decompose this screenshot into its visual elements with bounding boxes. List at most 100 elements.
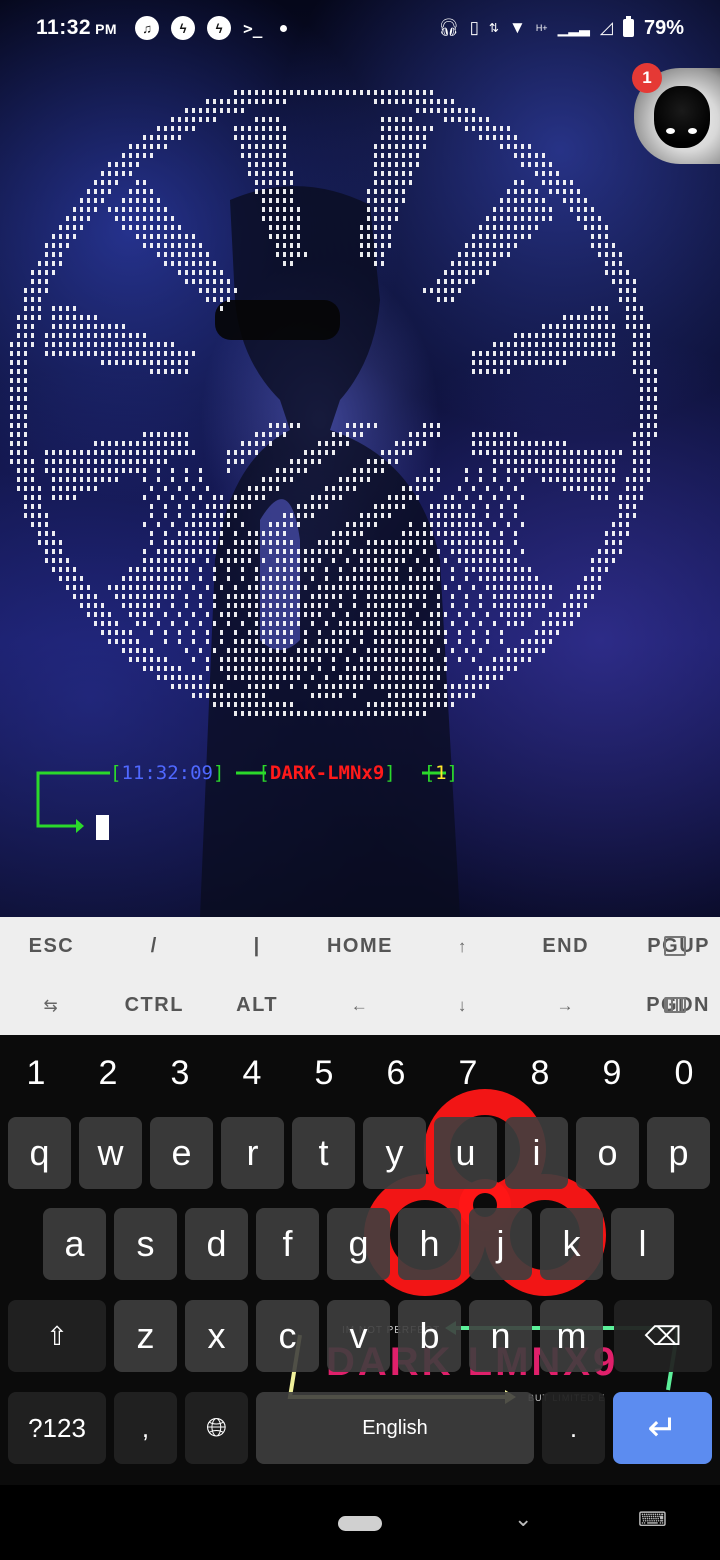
- key-r[interactable]: r: [221, 1117, 284, 1189]
- key-w[interactable]: w: [79, 1117, 142, 1189]
- enter-icon: ↵: [647, 1407, 678, 1448]
- prompt-bracket: [: [423, 762, 436, 784]
- key-x[interactable]: x: [185, 1300, 248, 1372]
- key-h[interactable]: h: [398, 1208, 461, 1280]
- key-o[interactable]: o: [576, 1117, 639, 1189]
- key-t[interactable]: t: [292, 1117, 355, 1189]
- shift-key[interactable]: ⇧: [8, 1300, 106, 1372]
- extra-keys-bar: ESC / | HOME ↑ END PGUP ⇆ CTRL ALT ← ↓ →…: [0, 917, 720, 1035]
- end-key[interactable]: END: [514, 917, 617, 976]
- key-d[interactable]: d: [185, 1208, 248, 1280]
- space-bar[interactable]: English: [256, 1392, 534, 1464]
- key-f[interactable]: f: [256, 1208, 319, 1280]
- battery-icon: [622, 16, 634, 37]
- number-key-8[interactable]: 8: [504, 1049, 576, 1097]
- alt-key[interactable]: ALT: [206, 976, 309, 1035]
- key-u[interactable]: u: [434, 1117, 497, 1189]
- avatar-icon: [654, 86, 710, 148]
- key-a[interactable]: a: [43, 1208, 106, 1280]
- period-key[interactable]: .: [542, 1392, 605, 1464]
- prompt-username: DARK-LMNx9: [269, 762, 385, 784]
- prompt-count: 1: [435, 762, 447, 784]
- backspace-icon: ⌫: [644, 1320, 682, 1351]
- key-m[interactable]: m: [540, 1300, 603, 1372]
- keyboard-icon[interactable]: [664, 997, 686, 1013]
- right-arrow-key[interactable]: →: [514, 976, 617, 1035]
- network-type: H+: [535, 23, 548, 33]
- status-time: 11:32 PM: [36, 16, 118, 39]
- music-icon: ♫: [135, 16, 160, 40]
- number-key-0[interactable]: 0: [648, 1049, 720, 1097]
- prompt-bracket: ]: [446, 762, 459, 784]
- number-key-4[interactable]: 4: [216, 1049, 288, 1097]
- text-cursor: [96, 815, 109, 840]
- shift-icon: ⇧: [46, 1320, 68, 1351]
- down-arrow-key[interactable]: ↓: [411, 976, 514, 1035]
- esc-key[interactable]: ESC: [0, 917, 103, 976]
- data-arrows-icon: ⇅: [488, 21, 499, 35]
- terminal-icon: >_: [243, 18, 263, 38]
- battery-percent: 79%: [643, 16, 684, 39]
- language-key[interactable]: 🌐︎: [185, 1392, 248, 1464]
- number-key-3[interactable]: 3: [144, 1049, 216, 1097]
- messenger-icon: ϟ: [207, 16, 232, 40]
- left-arrow-key[interactable]: ←: [309, 976, 412, 1035]
- signal-empty-icon: ◿: [599, 18, 613, 37]
- symbols-key[interactable]: ?123: [8, 1392, 106, 1464]
- key-v[interactable]: v: [327, 1300, 390, 1372]
- key-s[interactable]: s: [114, 1208, 177, 1280]
- up-arrow-key[interactable]: ↑: [411, 917, 514, 976]
- number-row: 1234567890: [0, 1049, 720, 1097]
- prompt-time: 11:32:09: [121, 762, 213, 784]
- home-handle[interactable]: [338, 1516, 382, 1531]
- copy-icon[interactable]: [664, 936, 686, 956]
- key-i[interactable]: i: [505, 1117, 568, 1189]
- signal-icon: ▁▂▃: [557, 19, 590, 36]
- key-c[interactable]: c: [256, 1300, 319, 1372]
- key-e[interactable]: e: [150, 1117, 213, 1189]
- keyboard-switcher-icon[interactable]: ⌨: [638, 1507, 667, 1532]
- key-p[interactable]: p: [647, 1117, 710, 1189]
- wifi-icon: ▼: [508, 18, 526, 37]
- key-j[interactable]: j: [469, 1208, 532, 1280]
- number-key-9[interactable]: 9: [576, 1049, 648, 1097]
- prompt-bracket: ]: [212, 762, 225, 784]
- soft-keyboard: IM NOT PERFECT DARK LMNX9 BUT LIMITED E …: [0, 1035, 720, 1485]
- number-key-7[interactable]: 7: [432, 1049, 504, 1097]
- tab-icon: ⇆: [43, 995, 60, 1015]
- ascii-art-logo: [10, 90, 657, 716]
- notification-badge: 1: [632, 63, 662, 93]
- status-bar: 11:32 PM ♫ ϟ ϟ >_ 🎧︎ ▯ ⇅ ▼ H+ ▁▂▃ ◿ 79%: [0, 0, 720, 56]
- number-key-5[interactable]: 5: [288, 1049, 360, 1097]
- globe-icon: 🌐︎: [206, 1412, 227, 1442]
- headphones-icon: 🎧︎: [437, 18, 460, 37]
- key-k[interactable]: k: [540, 1208, 603, 1280]
- hide-keyboard-icon[interactable]: ⌄: [514, 1506, 532, 1532]
- pipe-key[interactable]: |: [206, 917, 309, 976]
- key-g[interactable]: g: [327, 1208, 390, 1280]
- vibrate-icon: ▯: [469, 18, 479, 37]
- key-l[interactable]: l: [611, 1208, 674, 1280]
- home-key[interactable]: HOME: [309, 917, 412, 976]
- comma-key[interactable]: ,: [114, 1392, 177, 1464]
- tab-key[interactable]: ⇆: [0, 976, 103, 1035]
- prompt-bracket: [: [258, 762, 270, 784]
- prompt-bracket: ]: [384, 762, 396, 784]
- messenger-icon: ϟ: [171, 16, 196, 40]
- more-dot-icon: [280, 24, 288, 32]
- number-key-1[interactable]: 1: [0, 1049, 72, 1097]
- key-z[interactable]: z: [114, 1300, 177, 1372]
- number-key-2[interactable]: 2: [72, 1049, 144, 1097]
- key-n[interactable]: n: [469, 1300, 532, 1372]
- shell-prompt: [11:32:09] [DARK-LMNx9] [1]: [110, 762, 458, 784]
- ctrl-key[interactable]: CTRL: [103, 976, 206, 1035]
- number-key-6[interactable]: 6: [360, 1049, 432, 1097]
- slash-key[interactable]: /: [103, 917, 206, 976]
- enter-key[interactable]: ↵: [613, 1392, 712, 1464]
- key-b[interactable]: b: [398, 1300, 461, 1372]
- backspace-key[interactable]: ⌫: [614, 1300, 712, 1372]
- prompt-bracket: [: [110, 762, 122, 784]
- terminal-view[interactable]: [11:32:09] [DARK-LMNx9] [1]: [0, 0, 720, 917]
- key-q[interactable]: q: [8, 1117, 71, 1189]
- key-y[interactable]: y: [363, 1117, 426, 1189]
